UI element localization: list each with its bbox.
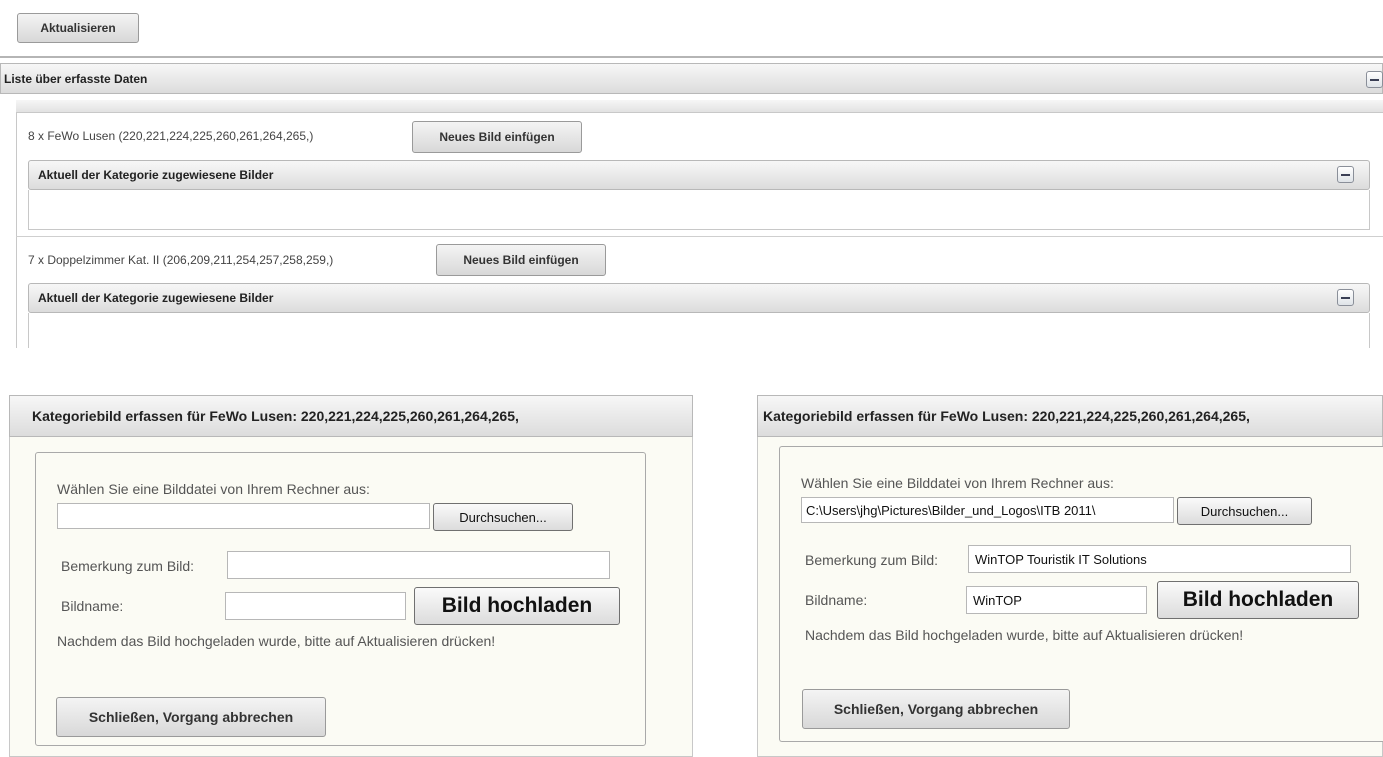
dialog-header: Kategoriebild erfassen für FeWo Lusen: 2… [757, 395, 1383, 437]
upload-image-button[interactable]: Bild hochladen [414, 587, 620, 625]
assigned-images-body [28, 190, 1370, 230]
refresh-hint: Nachdem das Bild hochgeladen wurde, bitt… [57, 633, 496, 649]
image-name-input[interactable]: WinTOP [966, 586, 1147, 614]
browse-button[interactable]: Durchsuchen... [433, 503, 573, 531]
remark-input[interactable] [227, 551, 610, 579]
list-panel-title: Liste über erfasste Daten [4, 71, 148, 86]
image-name-label: Bildname: [61, 598, 124, 614]
close-cancel-button[interactable]: Schließen, Vorgang abbrechen [802, 689, 1070, 729]
top-divider [0, 56, 1383, 58]
assigned-images-title: Aktuell der Kategorie zugewiesene Bilder [38, 168, 274, 182]
upload-image-button[interactable]: Bild hochladen [1157, 581, 1359, 619]
list-panel-header: Liste über erfasste Daten [0, 63, 1383, 94]
file-path-input[interactable]: C:\Users\jhg\Pictures\Bilder_und_Logos\I… [801, 497, 1174, 523]
assigned-images-header: Aktuell der Kategorie zugewiesene Bilder [28, 283, 1370, 313]
browse-button[interactable]: Durchsuchen... [1177, 497, 1312, 525]
collapse-list-icon[interactable] [1366, 71, 1383, 88]
remark-input[interactable]: WinTOP Touristik IT Solutions [968, 545, 1351, 573]
choose-file-label: Wählen Sie eine Bilddatei von Ihrem Rech… [57, 481, 370, 497]
refresh-hint: Nachdem das Bild hochgeladen wurde, bitt… [805, 627, 1244, 643]
image-name-label: Bildname: [805, 592, 868, 608]
dialog-header: Kategoriebild erfassen für FeWo Lusen: 2… [9, 395, 693, 437]
category-label: 8 x FeWo Lusen (220,221,224,225,260,261,… [28, 129, 314, 143]
category-divider [16, 236, 1383, 237]
dialog-title: Kategoriebild erfassen für FeWo Lusen: 2… [32, 408, 519, 424]
dialog-title: Kategoriebild erfassen für FeWo Lusen: 2… [763, 408, 1250, 424]
image-name-input[interactable] [225, 592, 406, 620]
assigned-images-header: Aktuell der Kategorie zugewiesene Bilder [28, 160, 1370, 190]
assigned-images-title: Aktuell der Kategorie zugewiesene Bilder [38, 291, 274, 305]
insert-image-button[interactable]: Neues Bild einfügen [412, 121, 582, 153]
close-cancel-button[interactable]: Schließen, Vorgang abbrechen [56, 697, 326, 737]
collapse-images-icon[interactable] [1337, 289, 1354, 306]
file-path-input[interactable] [57, 503, 430, 529]
choose-file-label: Wählen Sie eine Bilddatei von Ihrem Rech… [801, 475, 1114, 491]
refresh-button[interactable]: Aktualisieren [17, 13, 139, 43]
remark-label: Bemerkung zum Bild: [805, 552, 939, 568]
collapse-images-icon[interactable] [1337, 166, 1354, 183]
insert-image-button[interactable]: Neues Bild einfügen [436, 244, 606, 276]
list-strip [16, 100, 1383, 113]
category-label: 7 x Doppelzimmer Kat. II (206,209,211,25… [28, 253, 334, 267]
remark-label: Bemerkung zum Bild: [61, 558, 195, 574]
assigned-images-body [28, 313, 1370, 348]
